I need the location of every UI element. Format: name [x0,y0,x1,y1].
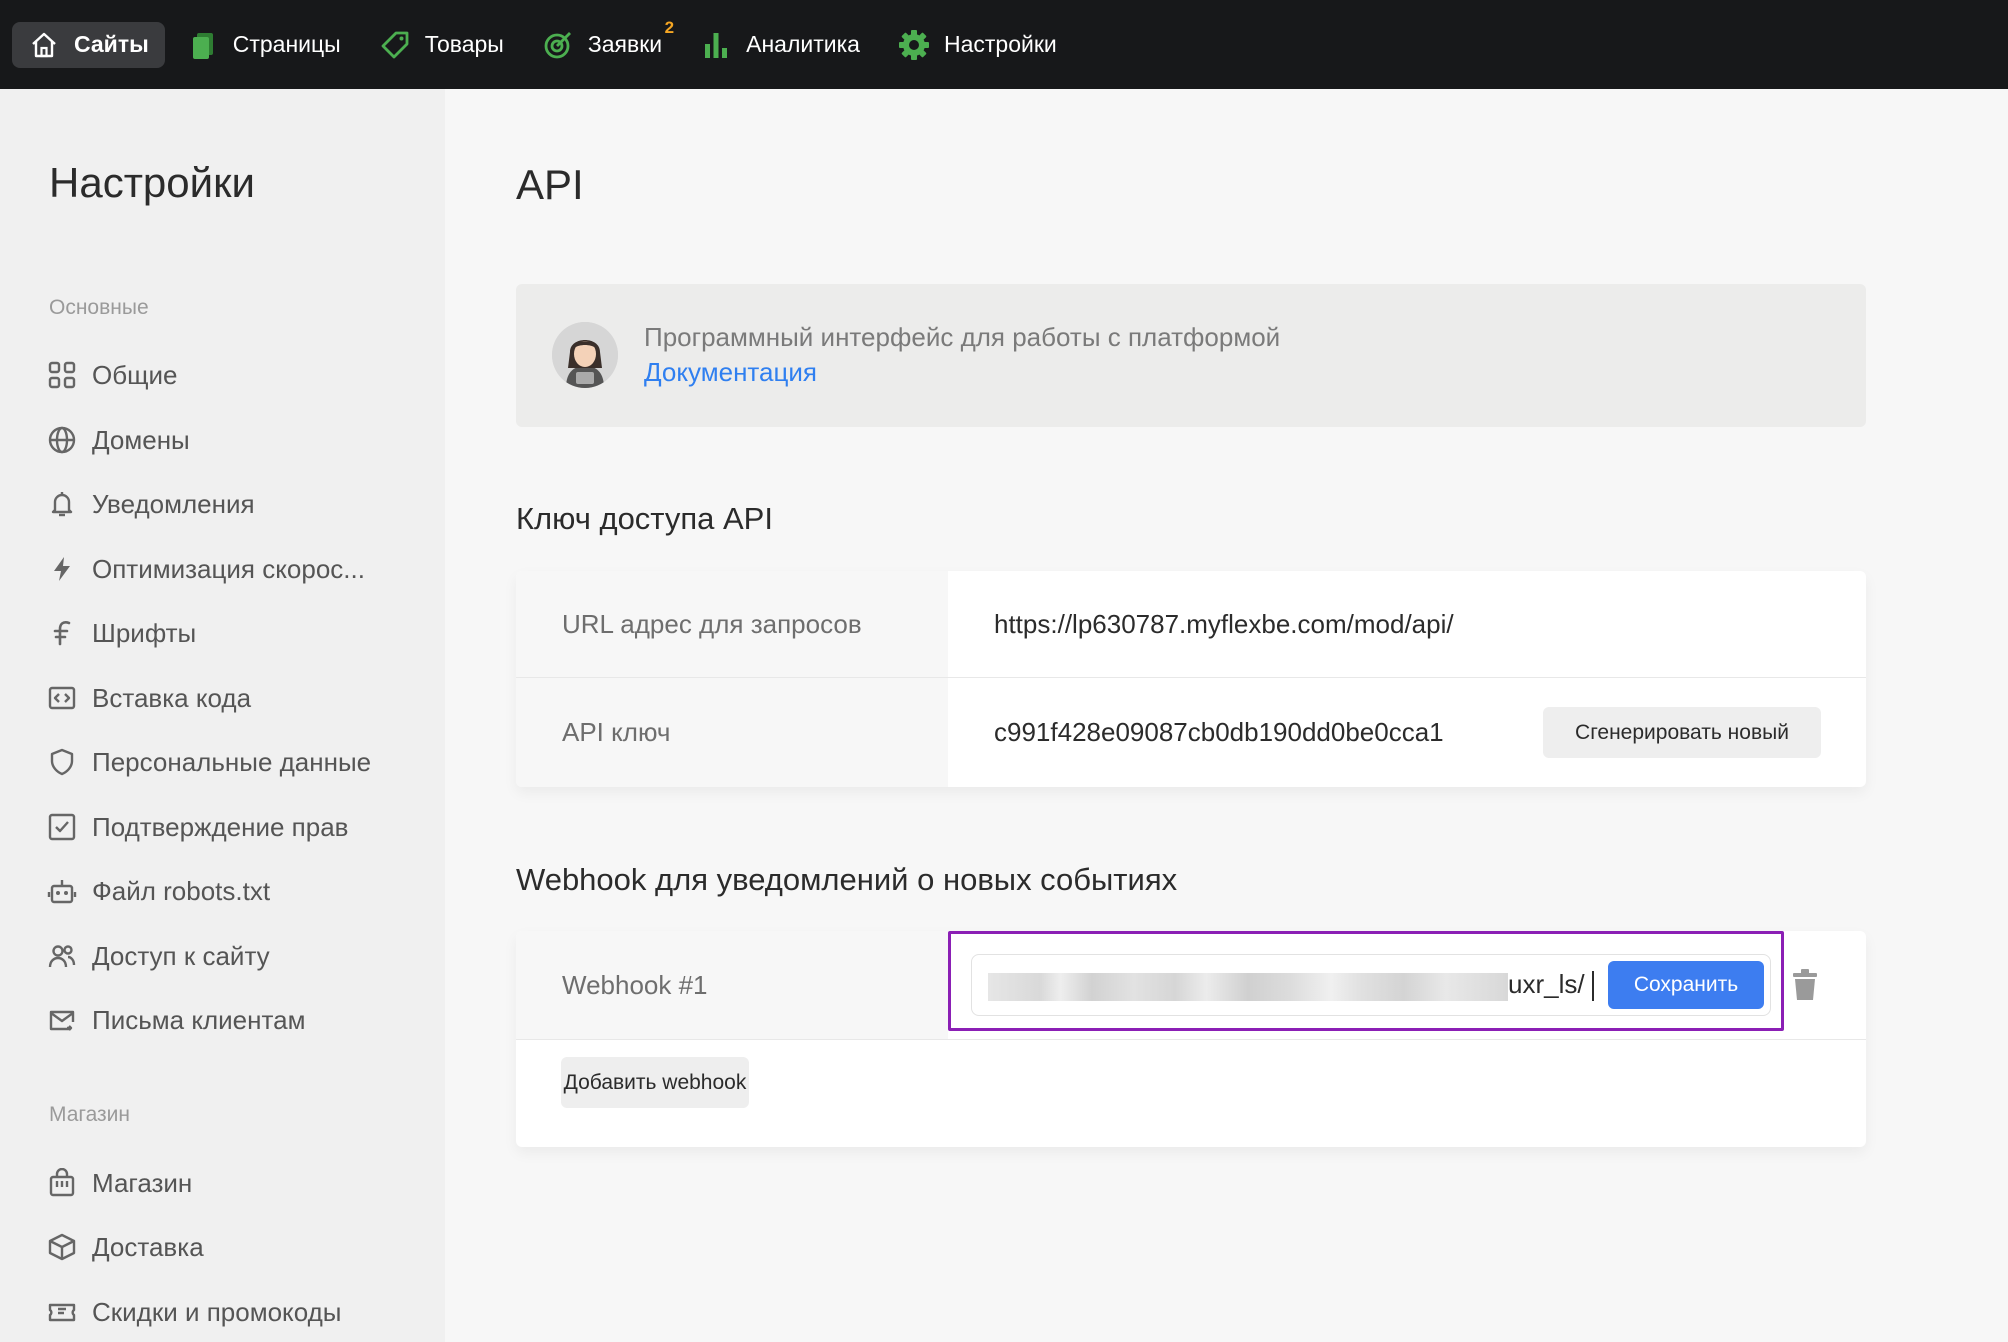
sidebar-item-label: Вставка кода [92,682,252,713]
font-icon [46,617,78,649]
nav-item-label: Товары [424,31,504,57]
globe-icon [46,424,78,456]
sidebar-item-label: Доступ к сайту [92,940,270,971]
sidebar-title: Настройки [49,159,255,206]
sidebar-item-rights-confirmation[interactable]: Подтверждение прав [46,802,349,852]
sidebar-item-fonts[interactable]: Шрифты [46,608,196,658]
coupon-icon [46,1296,78,1328]
nav-item-label: Настройки [943,31,1057,57]
page-title: API [516,161,584,208]
sidebar-item-label: Домены [92,424,190,455]
main-content: API Программный интерфейс для работы с п… [445,89,2008,1342]
sidebar-item-label: Подтверждение прав [92,811,349,842]
sidebar-item-domains[interactable]: Домены [46,415,190,465]
shop-bag-icon [46,1167,78,1199]
bar-chart-icon [700,29,732,61]
sidebar-item-delivery[interactable]: Доставка [46,1222,204,1272]
webhook-label: Webhook #1 [516,931,948,1039]
mail-icon [46,1004,78,1036]
sidebar-item-label: Персональные данные [92,746,372,777]
sidebar-item-shop[interactable]: Магазин [46,1158,192,1208]
nav-item-label: Заявки [587,31,663,57]
webhook-url-visible-tail: uxr_ls/ [1508,969,1585,999]
webhook-section-title: Webhook для уведомлений о новых событиях [516,862,1178,897]
sidebar-item-label: Магазин [92,1167,193,1198]
save-webhook-button[interactable]: Сохранить [1608,961,1764,1009]
shield-icon [46,746,78,778]
sidebar-item-label: Письма клиентам [92,1004,306,1035]
api-url-value: https://lp630787.myflexbe.com/mod/api/ [994,608,1454,639]
sidebar-item-label: Скидки и промокоды [92,1296,342,1327]
api-key-card: URL адрес для запросов https://lp630787.… [516,571,1866,787]
nav-item-label: Аналитика [746,31,860,57]
nav-item-analytics[interactable]: Аналитика [684,22,876,68]
pages-icon [187,29,219,61]
settings-sidebar: Настройки Основные Общие Домены Уведомле… [0,89,445,1342]
sidebar-item-label: Шрифты [92,617,197,648]
sidebar-item-label: Общие [92,359,178,390]
nav-item-pages[interactable]: Страницы [171,22,357,68]
gear-icon [898,29,930,61]
documentation-link[interactable]: Документация [644,357,817,388]
nav-item-requests[interactable]: Заявки 2 [526,18,678,68]
sidebar-group-main: Основные [49,296,149,319]
sidebar-item-label: Уведомления [92,488,255,519]
sidebar-item-general[interactable]: Общие [46,350,178,400]
grid-icon [46,359,78,391]
bell-icon [46,488,78,520]
sidebar-item-client-emails[interactable]: Письма клиентам [46,995,305,1045]
sidebar-item-personal-data[interactable]: Персональные данные [46,737,371,787]
api-key-section-title: Ключ доступа API [516,501,773,536]
api-info-banner: Программный интерфейс для работы с платф… [516,284,1866,427]
robot-icon [46,875,78,907]
target-icon [542,29,574,61]
row-divider [516,1039,1866,1040]
api-key-label: API ключ [516,678,948,787]
nav-item-label: Страницы [232,31,341,57]
sidebar-item-label: Оптимизация скорос... [92,553,365,584]
text-cursor [1592,971,1594,1001]
api-url-row: URL адрес для запросов https://lp630787.… [516,571,1866,677]
add-webhook-button[interactable]: Добавить webhook [561,1057,749,1108]
api-key-row: API ключ c991f428e09087cb0db190dd0be0cca… [516,678,1866,787]
sidebar-item-site-access[interactable]: Доступ к сайту [46,931,270,981]
trash-icon[interactable] [1790,968,1820,1002]
avatar [552,322,618,388]
api-key-value: c991f428e09087cb0db190dd0be0cca1 [994,717,1444,747]
sidebar-item-notifications[interactable]: Уведомления [46,479,255,529]
api-url-label: URL адрес для запросов [516,571,948,677]
nav-item-products[interactable]: Товары [363,22,520,68]
lightning-icon [46,553,78,585]
sidebar-item-robots-txt[interactable]: Файл robots.txt [46,866,270,916]
sidebar-item-speed-optimization[interactable]: Оптимизация скорос... [46,544,365,594]
requests-count-badge: 2 [664,17,675,37]
redacted-url-part [988,973,1508,1001]
tag-icon [379,29,411,61]
code-icon [46,682,78,714]
sidebar-item-label: Доставка [92,1231,204,1262]
home-icon [28,29,60,61]
sidebar-item-code-insert[interactable]: Вставка кода [46,673,251,723]
box-icon [46,1231,78,1263]
sidebar-item-label: Файл robots.txt [92,875,271,906]
nav-item-sites[interactable]: Сайты [12,21,165,68]
sidebar-item-discounts[interactable]: Скидки и промокоды [46,1287,341,1337]
api-info-text: Программный интерфейс для работы с платф… [644,322,1281,352]
checkbox-icon [46,811,78,843]
nav-item-label: Сайты [74,31,149,57]
nav-item-settings[interactable]: Настройки [882,22,1073,68]
users-icon [46,940,78,972]
regenerate-key-button[interactable]: Сгенерировать новый [1543,707,1821,758]
sidebar-group-shop: Магазин [49,1103,131,1126]
top-navigation: Сайты Страницы Товары Заявки 2 Аналитика… [0,0,2008,89]
